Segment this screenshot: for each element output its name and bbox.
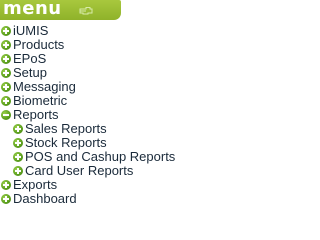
menu-item-iumis[interactable]: iUMIS	[0, 23, 48, 38]
menu-item-label[interactable]: Biometric	[13, 93, 67, 108]
expand-plus-icon[interactable]	[13, 138, 23, 148]
menu-title: menu	[3, 0, 62, 19]
submenu-item-label[interactable]: Stock Reports	[25, 135, 107, 150]
menu-item-label[interactable]: Reports	[13, 107, 59, 122]
menu-item-label[interactable]: Setup	[13, 65, 47, 80]
menu-item-label[interactable]: Dashboard	[13, 191, 77, 206]
pointing-hand-icon	[79, 7, 93, 15]
submenu-item-label[interactable]: Card User Reports	[25, 163, 133, 178]
menu-item-label[interactable]: Products	[13, 37, 64, 52]
menu-header: menu	[0, 0, 121, 20]
menu-item-products[interactable]: Products	[0, 37, 64, 52]
menu-item-exports[interactable]: Exports	[0, 177, 57, 192]
expand-plus-icon[interactable]	[13, 152, 23, 162]
expand-plus-icon[interactable]	[1, 54, 11, 64]
submenu-item-label[interactable]: POS and Cashup Reports	[25, 149, 175, 164]
menu-item-epos[interactable]: EPoS	[0, 51, 46, 66]
expand-plus-icon[interactable]	[1, 96, 11, 106]
collapse-minus-icon[interactable]	[1, 110, 11, 120]
expand-plus-icon[interactable]	[1, 68, 11, 78]
expand-plus-icon[interactable]	[1, 180, 11, 190]
expand-plus-icon[interactable]	[1, 82, 11, 92]
menu-item-reports[interactable]: Reports	[0, 107, 59, 122]
menu-item-dashboard[interactable]: Dashboard	[0, 191, 77, 206]
expand-plus-icon[interactable]	[13, 124, 23, 134]
menu-item-label[interactable]: iUMIS	[13, 23, 48, 38]
expand-plus-icon[interactable]	[13, 166, 23, 176]
expand-plus-icon[interactable]	[1, 40, 11, 50]
menu-item-label[interactable]: Exports	[13, 177, 57, 192]
menu-item-setup[interactable]: Setup	[0, 65, 47, 80]
expand-plus-icon[interactable]	[1, 26, 11, 36]
menu-item-label[interactable]: Messaging	[13, 79, 76, 94]
submenu-item-label[interactable]: Sales Reports	[25, 121, 107, 136]
menu-item-label[interactable]: EPoS	[13, 51, 46, 66]
menu-item-biometric[interactable]: Biometric	[0, 93, 67, 108]
expand-plus-icon[interactable]	[1, 194, 11, 204]
menu-item-messaging[interactable]: Messaging	[0, 79, 76, 94]
menu-tree: iUMIS Products EPoS Setup Messaging Biom…	[0, 23, 175, 206]
